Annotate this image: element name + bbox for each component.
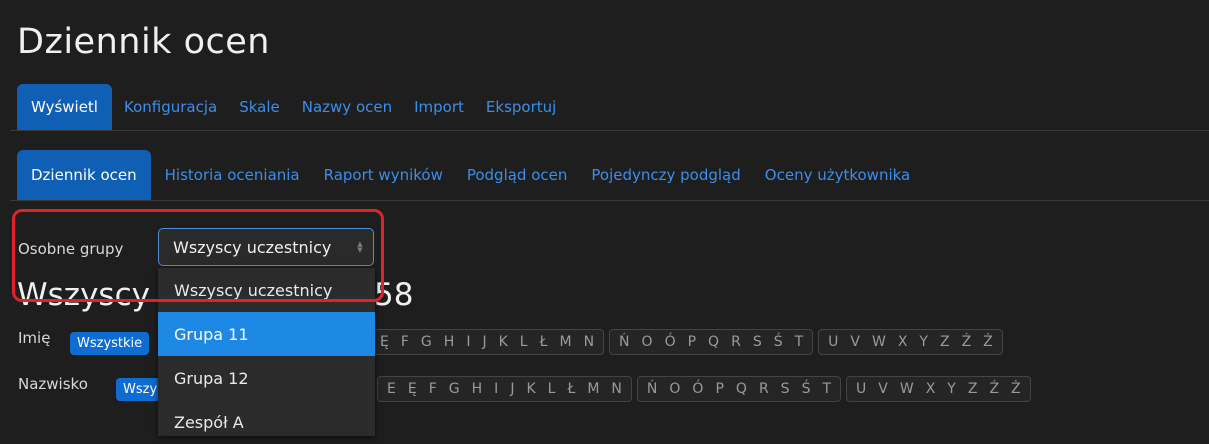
- tab-letters[interactable]: Nazwy ocen: [292, 84, 402, 130]
- letter-link[interactable]: Ś: [796, 381, 817, 397]
- lastname-letter-bar: E Ę F G H I J K L Ł M N Ń O Ó P Q R S Ś …: [377, 376, 1036, 402]
- firstname-letter-bar: Ę F G H I J K L Ł M N Ń O Ó P Q R S Ś T …: [370, 329, 1008, 355]
- letter-link[interactable]: U: [850, 381, 872, 397]
- tab-single-view[interactable]: Pojedynczy podgląd: [581, 150, 750, 200]
- dropdown-option-grupa-11[interactable]: Grupa 11: [158, 312, 375, 356]
- letter-link[interactable]: Ł: [534, 334, 554, 350]
- tab-grade-history[interactable]: Historia oceniania: [155, 150, 310, 200]
- subtabs-divider: [10, 200, 1209, 201]
- letter-link[interactable]: N: [578, 334, 600, 350]
- letter-link[interactable]: O: [636, 334, 659, 350]
- sub-tabs: Dziennik ocen Historia oceniania Raport …: [17, 150, 924, 200]
- letter-link[interactable]: G: [443, 381, 466, 397]
- tab-user-report[interactable]: Oceny użytkownika: [755, 150, 920, 200]
- tab-overview-report[interactable]: Podgląd ocen: [457, 150, 578, 200]
- letter-link[interactable]: S: [747, 334, 768, 350]
- lastname-letter-group-1: E Ę F G H I J K L Ł M N: [377, 376, 632, 402]
- letter-link[interactable]: L: [514, 334, 534, 350]
- letter-link[interactable]: Ź: [983, 381, 1005, 397]
- tab-import[interactable]: Import: [404, 84, 474, 130]
- letter-link[interactable]: P: [709, 381, 729, 397]
- letter-link[interactable]: E: [381, 381, 402, 397]
- letter-link[interactable]: R: [725, 334, 747, 350]
- letter-link[interactable]: J: [476, 334, 492, 350]
- letter-link[interactable]: H: [438, 334, 461, 350]
- lastname-letter-group-3: U V W X Y Z Ź Ż: [846, 376, 1031, 402]
- firstname-filter-label: Imię: [18, 329, 51, 347]
- letter-link[interactable]: Ś: [768, 334, 789, 350]
- firstname-letter-group-1: Ę F G H I J K L Ł M N: [370, 329, 605, 355]
- letter-link[interactable]: Z: [962, 381, 984, 397]
- firstname-all-button[interactable]: Wszystkie: [70, 332, 150, 355]
- letter-link[interactable]: Y: [941, 381, 962, 397]
- tab-outcomes-report[interactable]: Raport wyników: [314, 150, 453, 200]
- letter-link[interactable]: U: [822, 334, 844, 350]
- tab-export[interactable]: Eksportuj: [476, 84, 566, 130]
- letter-link[interactable]: F: [423, 381, 443, 397]
- letter-link[interactable]: Z: [934, 334, 956, 350]
- letter-link[interactable]: Ę: [374, 334, 395, 350]
- letter-link[interactable]: W: [866, 334, 892, 350]
- letter-link[interactable]: F: [395, 334, 415, 350]
- letter-link[interactable]: V: [872, 381, 894, 397]
- letter-link[interactable]: X: [892, 334, 914, 350]
- lastname-letter-group-2: Ń O Ó P Q R S Ś T: [636, 376, 842, 402]
- letter-link[interactable]: H: [466, 381, 489, 397]
- letter-link[interactable]: Q: [730, 381, 753, 397]
- lastname-all-button[interactable]: Wszy: [116, 378, 165, 401]
- page-title: Dziennik ocen: [17, 22, 270, 62]
- letter-link[interactable]: Ż: [977, 334, 999, 350]
- dropdown-option-zespol-a[interactable]: Zespół A: [158, 400, 375, 444]
- letter-link[interactable]: I: [488, 381, 504, 397]
- letter-link[interactable]: Ń: [613, 334, 635, 350]
- letter-link[interactable]: Ó: [686, 381, 709, 397]
- letter-link[interactable]: Ę: [402, 381, 423, 397]
- tabs-divider: [10, 130, 1209, 131]
- letter-link[interactable]: J: [504, 381, 520, 397]
- letter-link[interactable]: M: [581, 381, 605, 397]
- letter-link[interactable]: Ń: [641, 381, 663, 397]
- letter-link[interactable]: Ł: [561, 381, 581, 397]
- letter-link[interactable]: L: [542, 381, 562, 397]
- firstname-letter-group-3: U V W X Y Z Ź Ż: [818, 329, 1003, 355]
- letter-link[interactable]: N: [605, 381, 627, 397]
- letter-link[interactable]: W: [894, 381, 920, 397]
- tab-grader-report[interactable]: Dziennik ocen: [17, 150, 151, 200]
- tab-setup[interactable]: Konfiguracja: [114, 84, 227, 130]
- main-tabs: Wyświetl Konfiguracja Skale Nazwy ocen I…: [17, 84, 568, 130]
- letter-link[interactable]: M: [553, 334, 577, 350]
- letter-link[interactable]: Q: [702, 334, 725, 350]
- letter-link[interactable]: Ź: [956, 334, 978, 350]
- dropdown-option-grupa-12[interactable]: Grupa 12: [158, 356, 375, 400]
- letter-link[interactable]: P: [682, 334, 702, 350]
- letter-link[interactable]: T: [816, 381, 837, 397]
- highlight-annotation: [12, 209, 384, 302]
- letter-link[interactable]: Y: [913, 334, 934, 350]
- letter-link[interactable]: R: [753, 381, 775, 397]
- lastname-filter-label: Nazwisko: [18, 375, 88, 393]
- letter-link[interactable]: I: [460, 334, 476, 350]
- letter-link[interactable]: K: [520, 381, 541, 397]
- firstname-letter-group-2: Ń O Ó P Q R S Ś T: [609, 329, 814, 355]
- letter-link[interactable]: G: [415, 334, 438, 350]
- letter-link[interactable]: T: [789, 334, 810, 350]
- letter-link[interactable]: O: [663, 381, 686, 397]
- tab-view[interactable]: Wyświetl: [17, 84, 112, 130]
- letter-link[interactable]: S: [775, 381, 796, 397]
- letter-link[interactable]: Ż: [1005, 381, 1027, 397]
- tab-scales[interactable]: Skale: [229, 84, 290, 130]
- letter-link[interactable]: K: [493, 334, 514, 350]
- letter-link[interactable]: V: [844, 334, 866, 350]
- letter-link[interactable]: Ó: [659, 334, 682, 350]
- letter-link[interactable]: X: [920, 381, 942, 397]
